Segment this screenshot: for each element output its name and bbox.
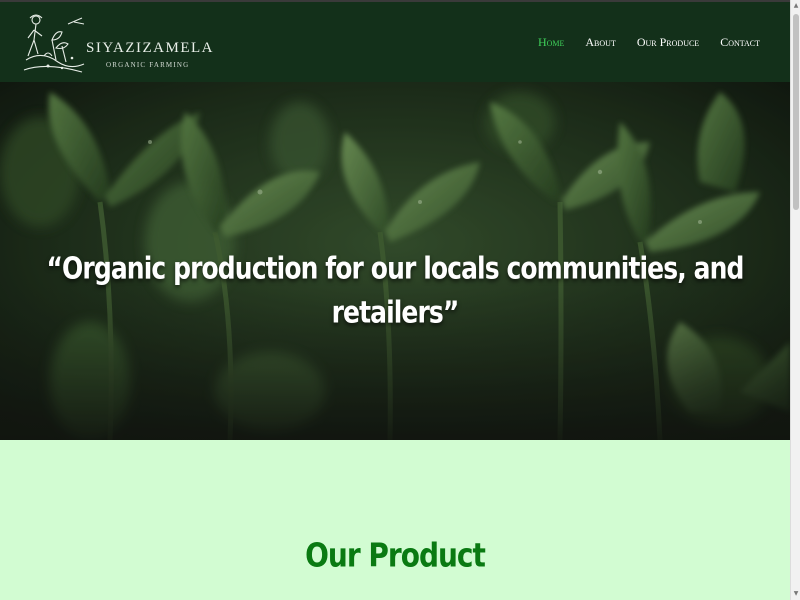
navbar: SIYAZIZAMELA ORGANIC FARMING Home About … [0,0,790,82]
vertical-scrollbar[interactable]: ▲ ▼ [790,0,800,600]
page: SIYAZIZAMELA ORGANIC FARMING Home About … [0,0,790,600]
scroll-up-arrow-icon[interactable]: ▲ [791,0,800,12]
nav-link-home[interactable]: Home [538,35,564,50]
section-title-our-product: Our Product [305,536,486,575]
farmer-with-plants-logo-icon [23,14,85,73]
nav-link-our-produce[interactable]: Our Produce [637,35,699,50]
nav-link-contact[interactable]: Contact [720,35,760,50]
brand-logo[interactable]: SIYAZIZAMELA ORGANIC FARMING [22,10,213,78]
scrollbar-thumb[interactable] [793,14,799,210]
main-nav: Home About Our Produce Contact [538,35,760,50]
brand-name: SIYAZIZAMELA [86,40,214,56]
scroll-down-arrow-icon[interactable]: ▼ [791,588,800,600]
brand-tagline: ORGANIC FARMING [106,61,190,69]
hero-banner: “Organic production for our locals commu… [0,82,790,440]
nav-link-about[interactable]: About [585,35,615,50]
hero-quote: “Organic production for our locals commu… [46,250,745,330]
products-section: Our Product [0,440,790,600]
